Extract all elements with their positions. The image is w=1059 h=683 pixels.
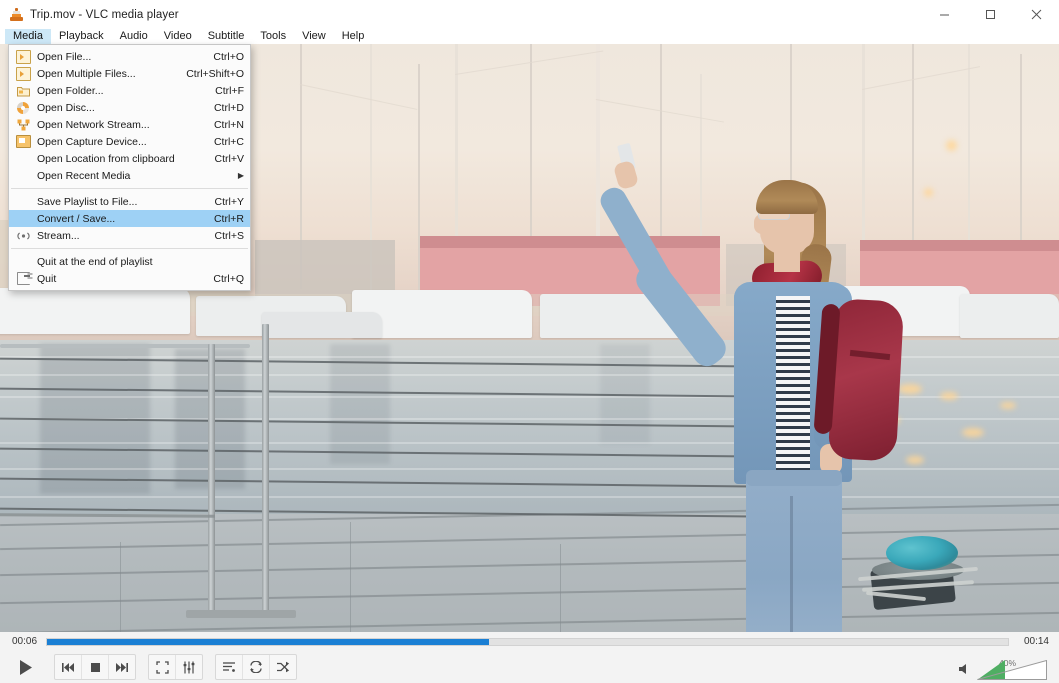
- menu-item-label: Quit at the end of playlist: [37, 255, 153, 268]
- title-bar: Trip.mov - VLC media player: [0, 0, 1059, 29]
- vlc-cone-icon: [10, 7, 23, 22]
- menu-item-shortcut: Ctrl+Q: [213, 272, 244, 285]
- view-tools-group: [148, 654, 203, 680]
- menu-media[interactable]: Media: [5, 29, 51, 44]
- menu-item-label: Open Network Stream...: [37, 118, 150, 131]
- menu-item-shortcut: Ctrl+O: [213, 50, 244, 63]
- maximize-button[interactable]: [967, 0, 1013, 29]
- menu-item-shortcut: Ctrl+F: [215, 84, 244, 97]
- open-folder-icon: [9, 82, 37, 99]
- volume-slider[interactable]: 40%: [977, 658, 1047, 680]
- fullscreen-button[interactable]: [149, 655, 176, 679]
- close-button[interactable]: [1013, 0, 1059, 29]
- menu-item-quit-at-end-of-playlist[interactable]: Quit at the end of playlist: [9, 253, 250, 270]
- playlist-group: [215, 654, 297, 680]
- video-subject: [596, 104, 920, 632]
- menu-item-shortcut: Ctrl+R: [213, 212, 244, 225]
- elapsed-time: 00:06: [12, 636, 38, 647]
- buttons-row: 40%: [0, 652, 1059, 683]
- menu-item-label: Open Capture Device...: [37, 135, 147, 148]
- vlc-media-player-window: Trip.mov - VLC media player Media Playba…: [0, 0, 1059, 683]
- open-file-icon: [9, 48, 37, 65]
- window-title: Trip.mov - VLC media player: [30, 8, 179, 21]
- menu-item-shortcut: Ctrl+C: [213, 135, 244, 148]
- menu-item-stream[interactable]: Stream... Ctrl+S: [9, 227, 250, 244]
- media-dropdown-menu: Open File... Ctrl+O Open Multiple Files.…: [8, 44, 251, 291]
- open-disc-icon: [9, 99, 37, 116]
- prev-stop-next-group: [54, 654, 136, 680]
- menu-item-shortcut: Ctrl+V: [214, 152, 244, 165]
- title-bar-left: Trip.mov - VLC media player: [10, 0, 179, 29]
- minimize-button[interactable]: [921, 0, 967, 29]
- window-controls: [921, 0, 1059, 29]
- menu-item-open-file[interactable]: Open File... Ctrl+O: [9, 48, 250, 65]
- menu-item-open-disc[interactable]: Open Disc... Ctrl+D: [9, 99, 250, 116]
- menu-item-open-folder[interactable]: Open Folder... Ctrl+F: [9, 82, 250, 99]
- menu-item-label: Open Recent Media: [37, 169, 131, 182]
- control-bar: 00:06 00:14 40%: [0, 632, 1059, 683]
- speaker-icon[interactable]: [958, 662, 972, 676]
- menu-item-label: Open Disc...: [37, 101, 95, 114]
- menu-video[interactable]: Video: [156, 29, 200, 44]
- menu-subtitle[interactable]: Subtitle: [200, 29, 253, 44]
- menu-view[interactable]: View: [294, 29, 334, 44]
- loop-button[interactable]: [243, 655, 270, 679]
- menu-item-label: Open Folder...: [37, 84, 104, 97]
- menu-item-open-location-from-clipboard[interactable]: Open Location from clipboard Ctrl+V: [9, 150, 250, 167]
- playlist-button[interactable]: [216, 655, 243, 679]
- menu-item-quit[interactable]: Quit Ctrl+Q: [9, 270, 250, 287]
- open-network-stream-icon: [9, 116, 37, 133]
- menu-item-label: Save Playlist to File...: [37, 195, 138, 208]
- menu-playback[interactable]: Playback: [51, 29, 112, 44]
- stop-button[interactable]: [82, 655, 109, 679]
- menu-separator: [11, 188, 248, 189]
- menu-item-shortcut: Ctrl+Y: [214, 195, 244, 208]
- seek-row: 00:06 00:14: [0, 632, 1059, 652]
- menu-item-label: Open File...: [37, 50, 92, 63]
- extended-settings-button[interactable]: [176, 655, 202, 679]
- menu-item-shortcut: Ctrl+N: [213, 118, 244, 131]
- volume-control[interactable]: 40%: [958, 654, 1047, 680]
- transport-controls: [8, 654, 297, 680]
- menu-item-open-network-stream[interactable]: Open Network Stream... Ctrl+N: [9, 116, 250, 133]
- menu-item-label: Convert / Save...: [37, 212, 116, 225]
- open-multiple-files-icon: [9, 65, 37, 82]
- menu-bar: Media Playback Audio Video Subtitle Tool…: [0, 29, 1059, 44]
- menu-item-open-capture-device[interactable]: Open Capture Device... Ctrl+C: [9, 133, 250, 150]
- menu-item-shortcut: Ctrl+S: [214, 229, 244, 242]
- seek-slider[interactable]: [46, 638, 1009, 646]
- menu-help[interactable]: Help: [334, 29, 373, 44]
- menu-tools[interactable]: Tools: [252, 29, 294, 44]
- menu-item-label: Stream...: [37, 229, 80, 242]
- play-button[interactable]: [8, 654, 42, 680]
- menu-item-label: Quit: [37, 272, 57, 285]
- stream-icon: [9, 227, 37, 244]
- menu-item-label: Open Location from clipboard: [37, 152, 175, 165]
- random-button[interactable]: [270, 655, 296, 679]
- previous-button[interactable]: [55, 655, 82, 679]
- menu-audio[interactable]: Audio: [112, 29, 156, 44]
- menu-separator: [11, 248, 248, 249]
- menu-item-open-multiple-files[interactable]: Open Multiple Files... Ctrl+Shift+O: [9, 65, 250, 82]
- menu-item-convert-save[interactable]: Convert / Save... Ctrl+R: [9, 210, 250, 227]
- submenu-arrow-icon: ▶: [237, 171, 244, 180]
- menu-item-label: Open Multiple Files...: [37, 67, 136, 80]
- menu-item-shortcut: Ctrl+D: [213, 101, 244, 114]
- menu-item-shortcut: Ctrl+Shift+O: [186, 67, 244, 80]
- open-capture-device-icon: [9, 133, 37, 150]
- menu-item-save-playlist-to-file[interactable]: Save Playlist to File... Ctrl+Y: [9, 193, 250, 210]
- next-button[interactable]: [109, 655, 135, 679]
- total-time: 00:14: [1023, 636, 1049, 647]
- menu-item-open-recent-media[interactable]: Open Recent Media ▶: [9, 167, 250, 184]
- quit-icon: [9, 270, 37, 287]
